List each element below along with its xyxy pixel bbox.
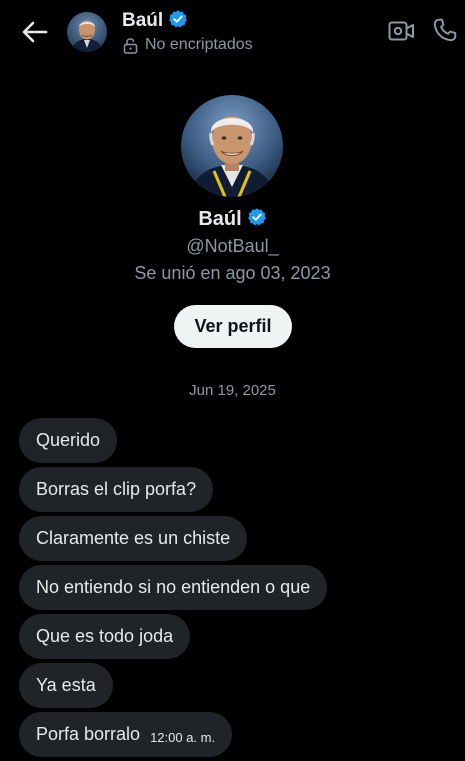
video-call-button[interactable]: [387, 18, 415, 44]
message-timestamp: 12:00 a. m.: [150, 730, 216, 745]
message-text: Borras el clip porfa?: [36, 479, 197, 499]
profile-name-row: Baúl: [0, 206, 465, 232]
message-bubble[interactable]: No entiendo si no entienden o que: [19, 565, 328, 610]
conversation-header: Baúl No encriptados: [0, 0, 465, 64]
header-title[interactable]: Baúl: [122, 9, 188, 33]
message-bubble[interactable]: Ya esta: [19, 663, 113, 708]
view-profile-button[interactable]: Ver perfil: [174, 305, 292, 348]
encryption-status-label: No encriptados: [145, 36, 253, 53]
message-text: No entiendo si no entienden o que: [36, 577, 311, 597]
arrow-left-icon: [22, 21, 48, 43]
message-bubble[interactable]: Porfa borralo 12:00 a. m.: [19, 712, 233, 757]
message-text: Querido: [36, 430, 101, 450]
verified-badge-icon: [168, 9, 188, 34]
verified-badge-icon: [247, 207, 267, 232]
profile-joined-date: Se unió en ago 03, 2023: [134, 263, 331, 283]
lock-open-icon: [123, 37, 138, 54]
profile-handle: @NotBaul_: [186, 236, 279, 256]
message-bubble[interactable]: Borras el clip porfa?: [19, 467, 214, 512]
phone-call-icon: [433, 18, 457, 42]
message-text: Ya esta: [36, 675, 96, 695]
header-name: Baúl: [122, 10, 164, 31]
profile-avatar-image: [181, 95, 283, 197]
date-separator: Jun 19, 2025: [189, 382, 276, 399]
message-bubble[interactable]: Claramente es un chiste: [19, 516, 248, 561]
back-button[interactable]: [18, 16, 52, 48]
message-text: Claramente es un chiste: [36, 528, 231, 548]
encryption-status: No encriptados: [123, 35, 253, 55]
video-call-icon: [388, 21, 414, 41]
message-text: Que es todo joda: [36, 626, 174, 646]
profile-name: Baúl: [198, 207, 242, 230]
message-list: Querido Borras el clip porfa? Claramente…: [19, 418, 449, 761]
avatar[interactable]: [67, 12, 107, 52]
message-bubble[interactable]: Querido: [19, 418, 118, 463]
message-text: Porfa borralo: [36, 724, 141, 744]
phone-call-button[interactable]: [431, 16, 459, 44]
message-bubble[interactable]: Que es todo joda: [19, 614, 191, 659]
profile-avatar[interactable]: [181, 95, 283, 197]
avatar-image: [67, 12, 107, 52]
